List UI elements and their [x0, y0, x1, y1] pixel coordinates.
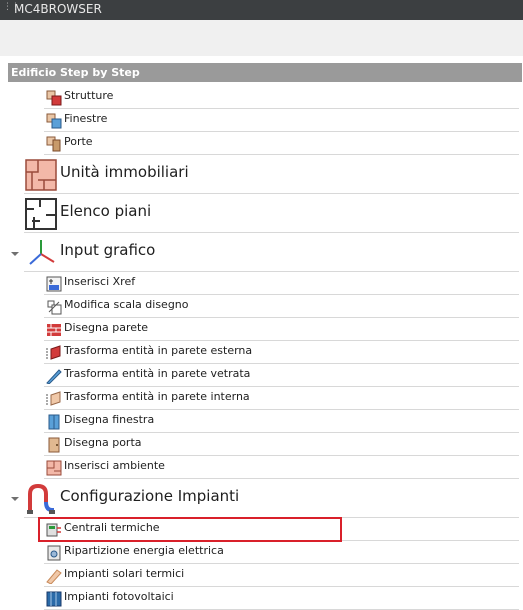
tree-item-label: Modifica scala disegno	[64, 298, 189, 311]
tree-item-inserisci-xref[interactable]: Inserisci Xref	[44, 272, 519, 295]
tree-item-strutture[interactable]: Strutture	[44, 86, 519, 109]
window-icon	[46, 113, 62, 129]
tree-item-label: Disegna finestra	[64, 413, 155, 426]
tree-item-label: Inserisci Xref	[64, 275, 136, 288]
tree-item-label: Elenco piani	[60, 202, 152, 220]
room-icon	[46, 460, 62, 476]
scale-icon	[47, 300, 62, 315]
floor-plan-icon	[25, 198, 57, 230]
wall-icon	[47, 324, 61, 336]
tree-item-label: Porte	[64, 135, 93, 148]
tree-item-configurazione-impianti[interactable]: Configurazione Impianti	[24, 479, 519, 518]
expand-caret-icon[interactable]	[11, 252, 19, 256]
window-title: MC4BROWSER	[14, 2, 102, 16]
external-wall-icon	[46, 345, 61, 360]
tree-item-label: Impianti solari termici	[64, 567, 185, 580]
draw-door-icon	[48, 437, 60, 453]
tree-item-label: Finestre	[64, 112, 108, 125]
tree-item-elenco-piani[interactable]: Elenco piani	[24, 194, 519, 233]
tree-item-label: Trasforma entità in parete interna	[64, 390, 250, 403]
tree-item-label: Configurazione Impianti	[60, 487, 240, 505]
expand-caret-icon[interactable]	[11, 497, 19, 501]
section-header[interactable]: Edificio Step by Step	[8, 63, 522, 82]
tree-item-label: Disegna parete	[64, 321, 149, 334]
tree-item-ripartizione-energia[interactable]: Ripartizione energia elettrica	[44, 541, 519, 564]
tree-item-label: Strutture	[64, 89, 114, 102]
xref-icon	[46, 276, 62, 292]
internal-wall-icon	[46, 391, 61, 406]
tree-item-disegna-porta[interactable]: Disegna porta	[44, 433, 519, 456]
tree-item-porte[interactable]: Porte	[44, 132, 519, 155]
tree-item-fotovoltaici[interactable]: Impianti fotovoltaici	[44, 587, 519, 610]
selection-highlight	[38, 517, 342, 542]
door-icon	[46, 136, 61, 152]
tree-item-trasforma-esterna[interactable]: Trasforma entità in parete esterna	[44, 341, 519, 364]
glass-wall-icon	[46, 369, 62, 384]
tree-item-label: Trasforma entità in parete vetrata	[64, 367, 251, 380]
tree-item-label: Unità immobiliari	[60, 163, 189, 181]
pipes-icon	[27, 483, 55, 514]
tree-item-label: Input grafico	[60, 241, 156, 259]
photovoltaic-icon	[46, 591, 62, 607]
solar-thermal-icon	[46, 569, 62, 584]
tree-item-label: Impianti fotovoltaici	[64, 590, 174, 603]
axes-icon	[29, 240, 55, 265]
structure-icon	[46, 90, 62, 106]
electric-meter-icon	[47, 545, 61, 561]
tree-item-disegna-parete[interactable]: Disegna parete	[44, 318, 519, 341]
toolbar	[0, 20, 523, 56]
tree-item-label: Trasforma entità in parete esterna	[64, 344, 253, 357]
tree-item-inserisci-ambiente[interactable]: Inserisci ambiente	[44, 456, 519, 479]
title-bar: ⋮⋮ MC4BROWSER	[0, 0, 523, 20]
tree-item-modifica-scala[interactable]: Modifica scala disegno	[44, 295, 519, 318]
tree-item-input-grafico[interactable]: Input grafico	[24, 233, 519, 272]
tree-item-finestre[interactable]: Finestre	[44, 109, 519, 132]
draw-window-icon	[48, 414, 60, 430]
drag-grip-icon[interactable]: ⋮⋮	[3, 3, 20, 16]
tree-item-solari-termici[interactable]: Impianti solari termici	[44, 564, 519, 587]
tree-item-label: Inserisci ambiente	[64, 459, 165, 472]
tree-item-trasforma-interna[interactable]: Trasforma entità in parete interna	[44, 387, 519, 410]
housing-unit-icon	[25, 159, 57, 191]
tree-item-unita-immobiliari[interactable]: Unità immobiliari	[24, 155, 519, 194]
tree-item-disegna-finestra[interactable]: Disegna finestra	[44, 410, 519, 433]
tree-item-label: Disegna porta	[64, 436, 142, 449]
tree-item-trasforma-vetrata[interactable]: Trasforma entità in parete vetrata	[44, 364, 519, 387]
tree-item-label: Ripartizione energia elettrica	[64, 544, 224, 557]
